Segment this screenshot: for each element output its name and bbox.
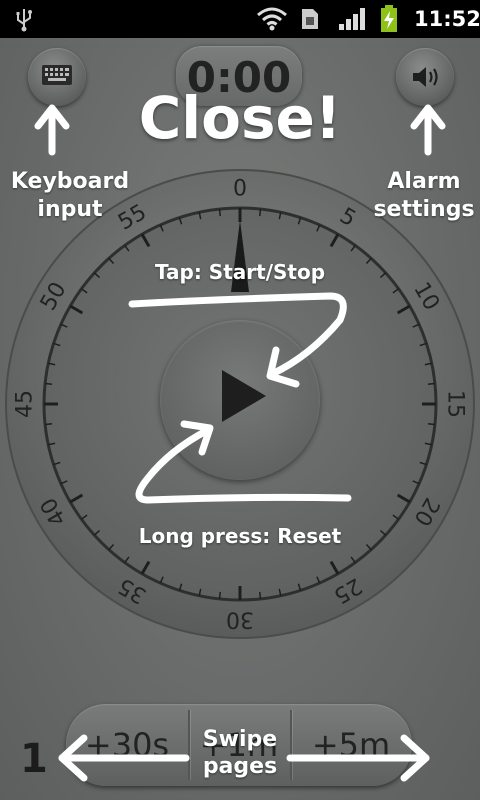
keyboard-input-hint: Keyboard input	[10, 169, 130, 222]
status-bar: 11:52	[0, 0, 480, 38]
timer-app: 0:00 0 5 10 15 20 25 30 35 40 45 50 55 +…	[0, 38, 480, 800]
tap-start-stop-hint: Tap: Start/Stop	[154, 260, 326, 284]
swipe-pages-hint: Swipe pages	[202, 727, 278, 779]
tutorial-arrows	[34, 104, 446, 782]
wifi-icon	[257, 7, 287, 31]
signal-icon	[339, 8, 365, 30]
battery-charging-icon	[381, 5, 397, 32]
long-press-reset-hint: Long press: Reset	[138, 524, 342, 548]
tap-gesture-arrow	[128, 292, 347, 378]
status-time: 11:52	[414, 7, 480, 31]
alarm-settings-hint: Alarm settings	[373, 169, 475, 222]
sim-card-icon	[302, 9, 318, 29]
usb-icon	[16, 9, 32, 32]
long-press-gesture-arrow	[135, 426, 352, 504]
